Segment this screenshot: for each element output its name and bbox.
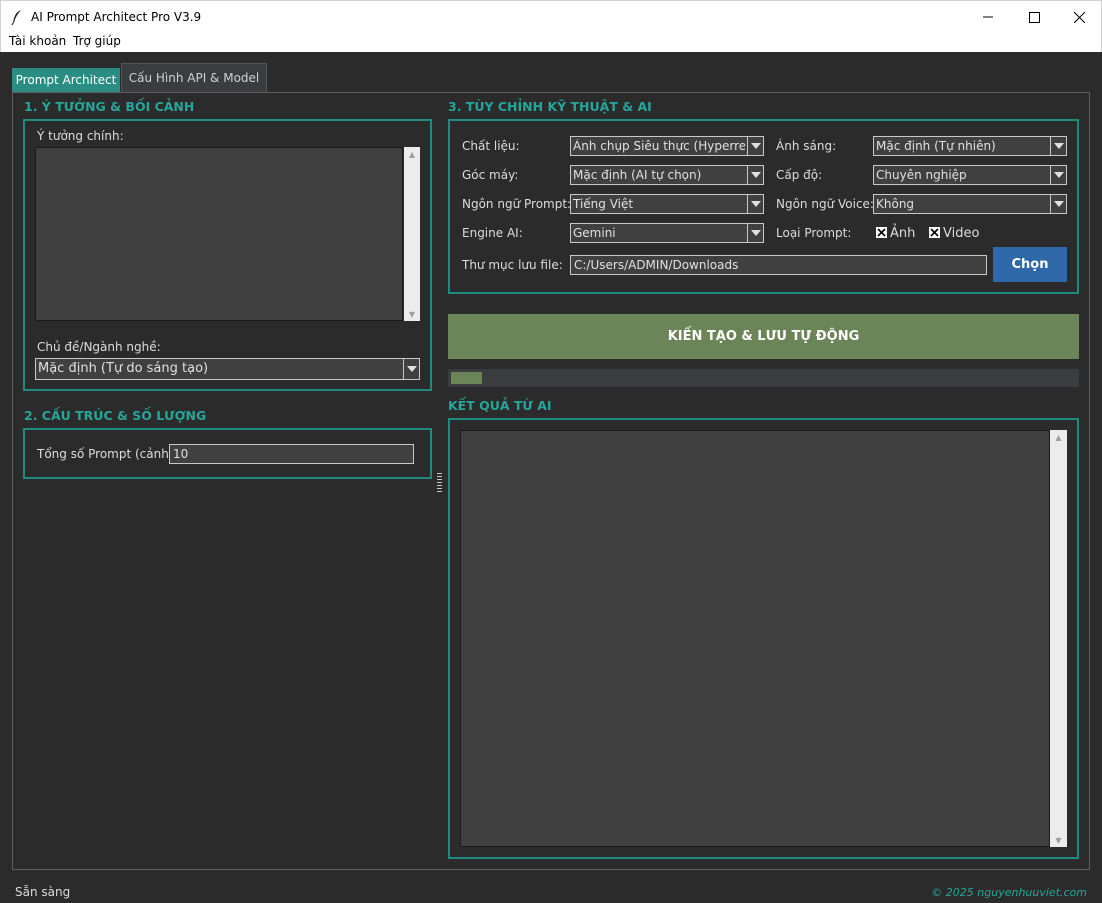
prompt-language-label: Ngôn ngữ Prompt: (462, 197, 572, 211)
level-label: Cấp độ: (776, 168, 823, 182)
minimize-button[interactable] (965, 1, 1011, 33)
chevron-down-icon[interactable] (1050, 137, 1066, 155)
total-prompts-label: Tổng số Prompt (cảnh): (37, 447, 178, 461)
scroll-down-icon[interactable]: ▼ (404, 307, 420, 321)
engine-select[interactable]: Gemini (570, 223, 764, 243)
chevron-down-icon[interactable] (1050, 166, 1066, 184)
image-type-checkbox[interactable] (876, 227, 887, 238)
level-select[interactable]: Chuyên nghiệp (873, 165, 1067, 185)
title-bar: AI Prompt Architect Pro V3.9 (0, 0, 1102, 32)
menu-bar: Tài khoản Trợ giúp (0, 32, 1102, 52)
scroll-up-icon[interactable]: ▲ (1050, 430, 1067, 444)
window-title: AI Prompt Architect Pro V3.9 (31, 10, 202, 24)
progress-bar-fill (451, 372, 482, 384)
generate-save-button[interactable]: KIẾN TẠO & LƯU TỰ ĐỘNG (448, 314, 1079, 359)
results-textarea[interactable] (460, 430, 1050, 847)
material-select[interactable]: Ảnh chụp Siêu thực (Hyperrealistic) (570, 136, 764, 156)
checkmark-icon (930, 228, 939, 237)
pane-sash-handle[interactable] (437, 473, 442, 493)
chevron-down-icon[interactable] (747, 137, 763, 155)
results-scrollbar[interactable]: ▲ ▼ (1050, 430, 1067, 847)
menu-account[interactable]: Tài khoản (9, 34, 66, 48)
material-label: Chất liệu: (462, 139, 520, 153)
voice-language-select[interactable]: Không (873, 194, 1067, 214)
prompt-language-select[interactable]: Tiếng Việt (570, 194, 764, 214)
minimize-icon (983, 12, 993, 22)
section-structure-title: 2. CẤU TRÚC & SỐ LƯỢNG (24, 408, 207, 423)
tab-api-config[interactable]: Cấu Hình API & Model (121, 63, 267, 92)
status-text: Sẵn sàng (15, 885, 71, 899)
topic-select[interactable]: Mặc định (Tự do sáng tạo) (35, 358, 420, 380)
chevron-down-icon[interactable] (747, 195, 763, 213)
voice-language-label: Ngôn ngữ Voice: (776, 197, 874, 211)
close-icon (1073, 11, 1085, 23)
camera-select[interactable]: Mặc định (AI tự chọn) (570, 165, 764, 185)
credit-link[interactable]: © 2025 nguyenhuuviet.com (931, 886, 1087, 899)
idea-textarea[interactable] (35, 147, 403, 321)
section-idea-title: 1. Ý TƯỞNG & BỐI CẢNH (24, 99, 195, 114)
choose-folder-button[interactable]: Chọn (993, 247, 1067, 282)
video-type-label[interactable]: Video (943, 226, 979, 241)
lighting-label: Ánh sáng: (776, 139, 837, 153)
level-select-value: Chuyên nghiệp (876, 168, 967, 182)
section-tech-title: 3. TÙY CHỈNH KỸ THUẬT & AI (448, 99, 652, 114)
menu-help[interactable]: Trợ giúp (73, 34, 121, 48)
engine-label: Engine AI: (462, 226, 523, 240)
progress-bar (448, 369, 1079, 387)
lighting-select[interactable]: Mặc định (Tự nhiên) (873, 136, 1067, 156)
results-title: KẾT QUẢ TỪ AI (448, 398, 552, 413)
scroll-down-icon[interactable]: ▼ (1050, 833, 1067, 847)
maximize-button[interactable] (1011, 1, 1057, 33)
maximize-icon (1028, 11, 1040, 23)
chevron-down-icon[interactable] (747, 224, 763, 242)
camera-label: Góc máy: (462, 168, 519, 182)
image-type-label[interactable]: Ảnh (890, 226, 915, 241)
output-folder-input[interactable]: C:/Users/ADMIN/Downloads (570, 255, 987, 275)
chevron-down-icon[interactable] (1050, 195, 1066, 213)
total-prompts-input[interactable]: 10 (169, 444, 414, 464)
idea-scrollbar[interactable]: ▲ ▼ (404, 147, 420, 321)
tab-prompt-architect[interactable]: Prompt Architect (12, 68, 120, 92)
camera-select-value: Mặc định (AI tự chọn) (573, 168, 702, 182)
voice-language-select-value: Không (876, 197, 915, 211)
topic-select-value: Mặc định (Tự do sáng tạo) (38, 361, 209, 376)
scroll-up-icon[interactable]: ▲ (404, 147, 420, 161)
prompt-type-label: Loại Prompt: (776, 226, 852, 240)
topic-label: Chủ đề/Ngành nghề: (37, 340, 161, 354)
prompt-language-select-value: Tiếng Việt (573, 197, 634, 211)
video-type-checkbox[interactable] (929, 227, 940, 238)
chevron-down-icon[interactable] (747, 166, 763, 184)
chevron-down-icon[interactable] (403, 359, 419, 379)
close-button[interactable] (1056, 1, 1102, 33)
checkmark-icon (877, 228, 886, 237)
idea-label: Ý tưởng chính: (37, 129, 124, 143)
engine-select-value: Gemini (573, 226, 616, 240)
material-select-value: Ảnh chụp Siêu thực (Hyperrealistic) (573, 139, 745, 153)
output-folder-label: Thư mục lưu file: (462, 258, 563, 272)
feather-icon (11, 9, 23, 26)
lighting-select-value: Mặc định (Tự nhiên) (876, 139, 996, 153)
